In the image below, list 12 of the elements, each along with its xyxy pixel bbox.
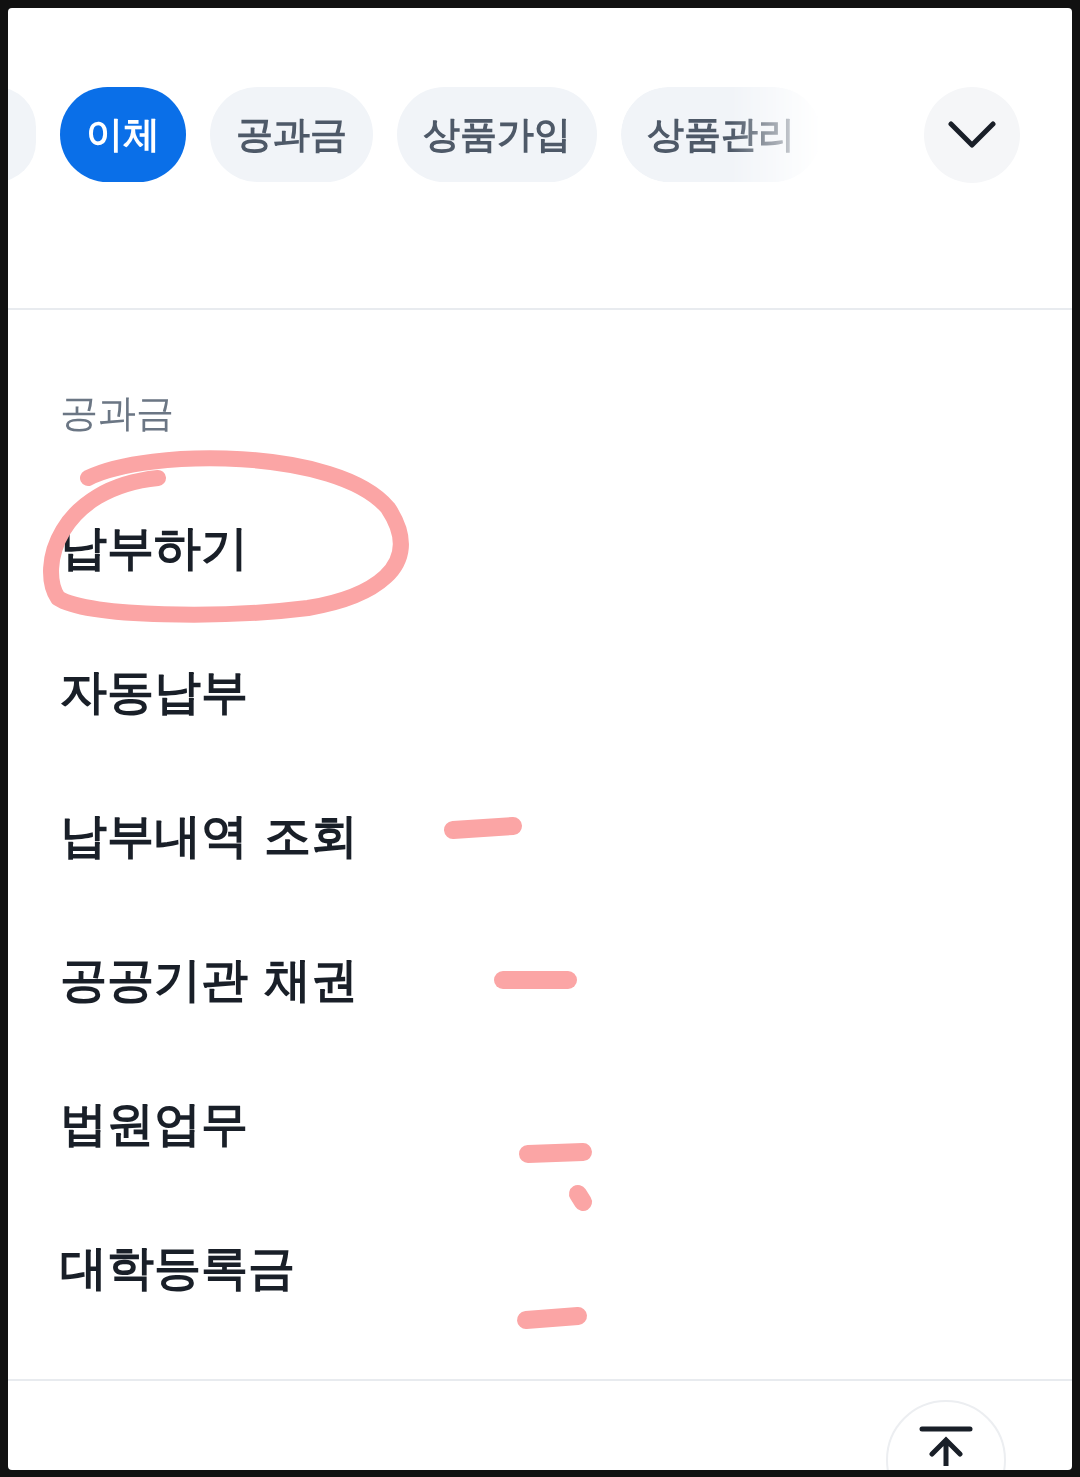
tab-button[interactable]: 이체 <box>60 87 186 182</box>
tab-button[interactable]: 상품가입 <box>397 87 597 182</box>
arrow-up-icon <box>918 1426 974 1466</box>
menu-item[interactable]: 대학등록금 <box>60 1239 295 1297</box>
menu-item[interactable]: 법원업무 <box>60 1095 248 1153</box>
menu-item[interactable]: 납부하기 <box>60 519 248 577</box>
menu-item[interactable]: 공공기관 채권 <box>60 951 359 1009</box>
tab-button[interactable]: 공과금 <box>210 87 373 182</box>
section-heading: 공과금 <box>60 390 175 437</box>
menu-item[interactable]: 납부내역 조회 <box>60 807 359 865</box>
menu-item[interactable]: 자동납부 <box>60 663 248 721</box>
chevron-down-icon <box>948 121 996 149</box>
